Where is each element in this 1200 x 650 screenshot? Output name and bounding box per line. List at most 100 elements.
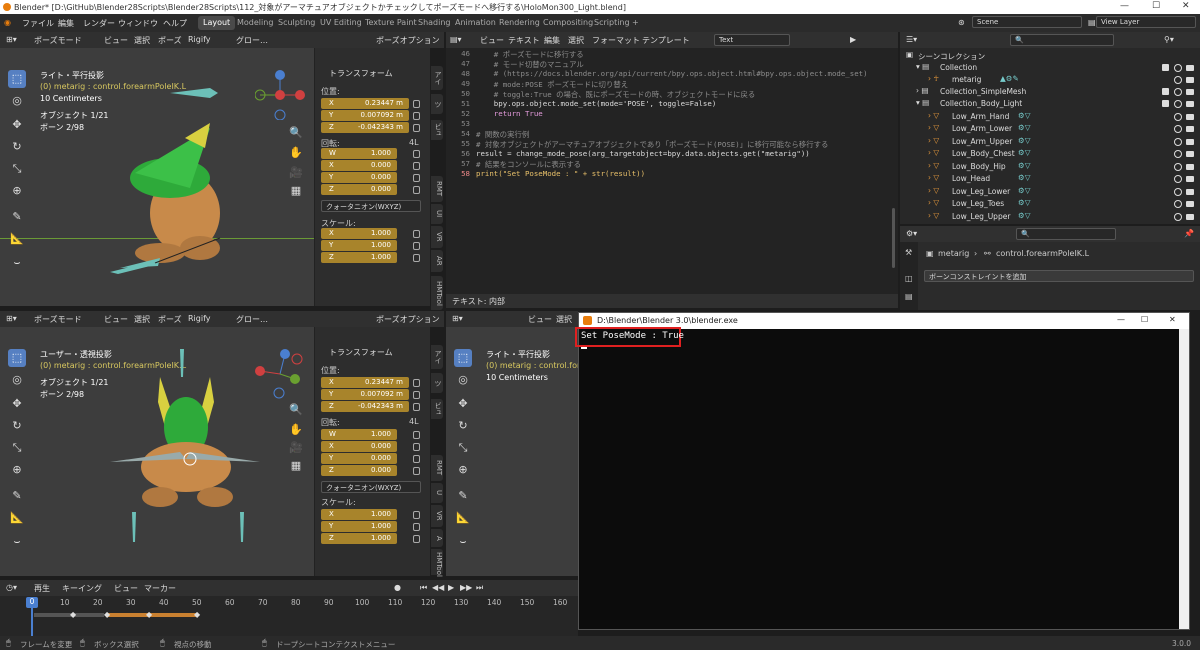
outliner-row[interactable]: › ▤ Collection_SimpleMesh [900,86,1194,98]
eye-icon[interactable] [1174,125,1182,133]
outliner-row[interactable]: › ▽ Low_Leg_Upper ⚙▽ [900,211,1194,223]
menu-help[interactable]: ヘルプ [163,18,187,29]
render-tab-icon[interactable]: ◫ [905,274,913,283]
eye-icon[interactable] [1174,163,1182,171]
select-menu[interactable]: 選択 [556,314,572,325]
te-templates-menu[interactable]: テンプレート [642,35,690,46]
pose-menu[interactable]: ポーズ [158,35,182,46]
select-menu[interactable]: 選択 [134,35,150,46]
eye-icon[interactable] [1174,138,1182,146]
checkbox[interactable] [1162,100,1169,107]
rotation-x-field[interactable]: X 0.000 [321,441,397,452]
tab-view[interactable]: ビュ [431,399,443,419]
marker-menu[interactable]: マーカー [144,583,176,594]
pan-icon[interactable]: ✋ [287,144,305,162]
prev-key-icon[interactable]: ◀◀ [432,583,444,592]
select-tool-icon[interactable]: ⬚ [8,349,26,367]
outliner-row[interactable]: › ▽ Low_Leg_Lower ⚙▽ [900,186,1194,198]
rotation-x-field[interactable]: X 0.000 [321,160,397,171]
transform-tool-icon[interactable]: ⊕ [8,461,26,479]
grid-view-icon[interactable]: ▦ [287,182,305,200]
pose-options-dropdown[interactable]: ポーズオプション [376,35,440,46]
console-maximize-button[interactable]: ☐ [1141,315,1148,324]
rotate-tool-icon[interactable]: ↻ [454,417,472,435]
rotate-tool-icon[interactable]: ↻ [8,138,26,156]
outliner-row[interactable]: › ▽ Low_Body_Chest ⚙▽ [900,148,1194,160]
tab-ui[interactable]: U [431,483,443,503]
tab-view[interactable]: ビュ [431,120,443,140]
outliner-row[interactable]: › ▽ Low_Leg_Toes ⚙▽ [900,198,1194,210]
viewport-small[interactable]: ⬚ ◎ ✥ ↻ ⤡ ⊕ ✎ 📐 ⌣ ライト・平行投影 (0) metarig :… [446,327,578,576]
maximize-button[interactable]: ☐ [1152,1,1160,11]
editor-type-icon[interactable]: ⚙▾ [906,229,917,238]
eye-icon[interactable] [1174,188,1182,196]
lock-icon[interactable] [413,443,420,451]
view-menu[interactable]: ビュー [104,35,128,46]
eye-icon[interactable] [1174,175,1182,183]
viewport-top[interactable]: ⬚ ◎ ✥ ↻ ⤡ ⊕ ✎ 📐 ⌣ ライト・平行投影 (0) metarig :… [0,48,314,306]
add-bone-constraint-button[interactable]: ボーンコンストレイントを追加 [924,270,1194,282]
eye-icon[interactable] [1174,64,1182,72]
rigify-menu[interactable]: Rigify [188,314,211,323]
keyframe-diamond[interactable]: ◆ [146,610,152,619]
pose-menu[interactable]: ポーズ [158,314,182,325]
camera-icon[interactable] [1186,189,1194,195]
tab-item[interactable]: アイ [431,66,443,90]
move-tool-icon[interactable]: ✥ [8,395,26,413]
bone-tool-icon[interactable]: ⌣ [8,254,26,272]
lock-icon[interactable] [413,391,420,399]
console-close-button[interactable]: ✕ [1169,315,1176,324]
lock-icon[interactable] [413,162,420,170]
bone-tool-icon[interactable]: ⌣ [8,533,26,551]
cursor-tool-icon[interactable]: ◎ [8,371,26,389]
current-frame-marker[interactable]: 0 [26,597,38,608]
editor-type-icon[interactable]: ⊞▾ [452,314,463,323]
location-x-field[interactable]: X 0.23447 m [321,98,409,109]
minimize-button[interactable]: — [1120,1,1129,11]
camera-icon[interactable] [1186,151,1194,157]
measure-tool-icon[interactable]: 📐 [454,509,472,527]
eye-icon[interactable] [1174,200,1182,208]
run-script-icon[interactable]: ▶ [850,35,856,44]
eye-icon[interactable] [1174,88,1182,96]
tab-tool[interactable]: ツ [431,373,443,393]
move-tool-icon[interactable]: ✥ [454,395,472,413]
rotation-w-field[interactable]: W 1.000 [321,148,397,159]
eye-icon[interactable] [1174,76,1182,84]
menu-render[interactable]: レンダー [83,18,115,29]
view-menu[interactable]: ビュー [104,314,128,325]
scene-collection-row[interactable]: ▣ シーンコレクション [900,50,1190,62]
lock-icon[interactable] [413,511,420,519]
scrollbar[interactable] [892,208,895,268]
te-text-menu[interactable]: テキスト [508,35,540,46]
scale-x-field[interactable]: X 1.000 [321,228,397,239]
lock-icon[interactable] [413,186,420,194]
eye-icon[interactable] [1174,150,1182,158]
editor-type-icon[interactable]: ☰▾ [906,35,917,44]
tab-vr[interactable]: VR [431,226,443,248]
cursor-tool-icon[interactable]: ◎ [454,371,472,389]
select-tool-icon[interactable]: ⬚ [454,349,472,367]
eye-icon[interactable] [1174,113,1182,121]
scale-y-field[interactable]: Y 1.000 [321,240,397,251]
rotation-w-field[interactable]: W 1.000 [321,429,397,440]
record-icon[interactable]: ● [394,583,401,592]
tab-ar[interactable]: AR [431,250,443,272]
code-area[interactable]: 46 # ポーズモードに移行する 47 # モード切替のマニュアル 48 # (… [446,48,898,294]
tab-vr[interactable]: VR [431,505,443,527]
close-button[interactable]: ✕ [1182,1,1190,11]
camera-icon[interactable]: 🎥 [287,164,305,182]
select-menu[interactable]: 選択 [134,314,150,325]
rotate-tool-icon[interactable]: ↻ [8,417,26,435]
outliner-row[interactable]: › ▽ Low_Body_Hip ⚙▽ [900,161,1194,173]
te-format-menu[interactable]: フォーマット [592,35,640,46]
location-x-field[interactable]: X 0.23447 m [321,377,409,388]
rotation-lock-mode[interactable]: 4L [409,138,419,147]
eye-icon[interactable] [1174,100,1182,108]
te-view-menu[interactable]: ビュー [480,35,504,46]
editor-type-icon[interactable]: ◷▾ [6,583,17,592]
lock-icon[interactable] [413,150,420,158]
camera-icon[interactable] [1186,126,1194,132]
rotation-z-field[interactable]: Z 0.000 [321,184,397,195]
checkbox[interactable] [1162,64,1169,71]
